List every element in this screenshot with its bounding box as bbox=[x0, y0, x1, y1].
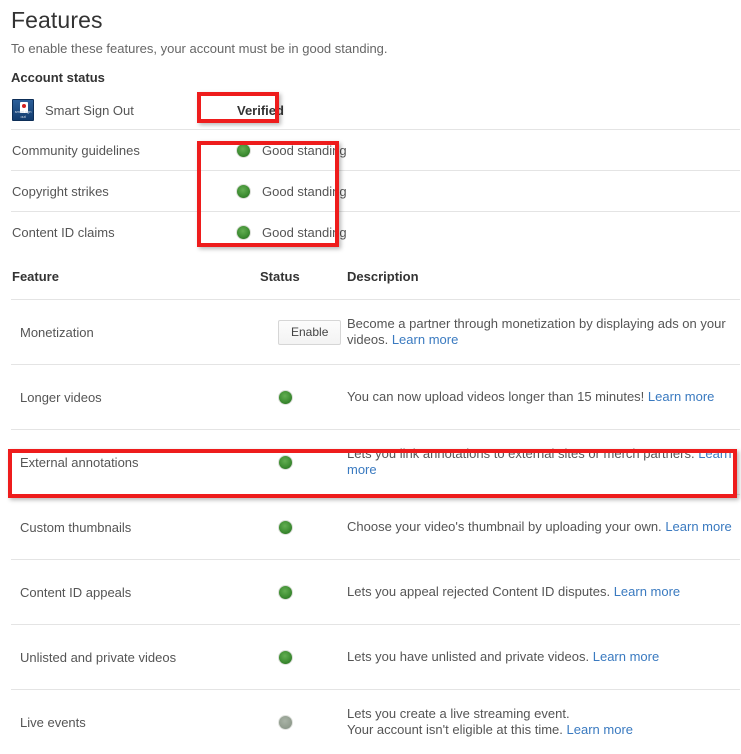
feature-status-longer-videos bbox=[260, 365, 347, 430]
feature-table: Feature Status Description Monetization … bbox=[11, 269, 740, 754]
feature-description-custom-thumbnails: Choose your video's thumbnail by uploadi… bbox=[347, 495, 740, 560]
community-guidelines-label: Community guidelines bbox=[11, 130, 220, 171]
feature-name-custom-thumbnails: Custom thumbnails bbox=[11, 495, 260, 560]
table-row: Live events Lets you create a live strea… bbox=[11, 690, 740, 754]
table-row: Custom thumbnails Choose your video's th… bbox=[11, 495, 740, 560]
feature-status-live-events bbox=[260, 690, 347, 754]
table-row: Content ID appeals Lets you appeal rejec… bbox=[11, 560, 740, 625]
community-guidelines-status-cell: Good standing bbox=[220, 130, 740, 171]
smart-sign-out-icon-word: smart sign out bbox=[13, 109, 33, 119]
content-id-claims-standing: Good standing bbox=[220, 225, 740, 240]
feature-description-unlisted-private-videos: Lets you have unlisted and private video… bbox=[347, 625, 740, 690]
smart-sign-out-value-cell: Verified bbox=[220, 91, 740, 130]
learn-more-link[interactable]: Learn more bbox=[567, 722, 633, 737]
verified-status-badge: Verified bbox=[220, 103, 284, 118]
status-dot-green-icon bbox=[278, 585, 293, 600]
account-status-heading: Account status bbox=[0, 56, 741, 85]
learn-more-link[interactable]: Learn more bbox=[593, 649, 659, 664]
feature-table-head: Feature Status Description bbox=[11, 269, 740, 300]
status-dot-gray-icon bbox=[278, 715, 293, 730]
feature-table-body: Monetization Enable Become a partner thr… bbox=[11, 300, 740, 754]
table-row: Unlisted and private videos Lets you hav… bbox=[11, 625, 740, 690]
table-row: External annotations Lets you link annot… bbox=[11, 430, 740, 495]
content-id-claims-status-text: Good standing bbox=[262, 225, 347, 240]
content-id-claims-label: Content ID claims bbox=[11, 212, 220, 253]
feature-name-live-events: Live events bbox=[11, 690, 260, 754]
description-text: Lets you create a live streaming event. bbox=[347, 706, 570, 721]
description-text-line2: Your account isn't eligible at this time… bbox=[347, 722, 563, 737]
status-dot-green-icon bbox=[236, 225, 251, 240]
community-guidelines-standing: Good standing bbox=[220, 143, 740, 158]
copyright-strikes-status-text: Good standing bbox=[262, 184, 347, 199]
account-status-table: smart sign out Smart Sign Out Verified C… bbox=[11, 91, 740, 252]
feature-description-content-id-appeals: Lets you appeal rejected Content ID disp… bbox=[347, 560, 740, 625]
column-header-description: Description bbox=[347, 269, 740, 300]
smart-sign-out-icon: smart sign out bbox=[12, 99, 34, 121]
copyright-strikes-label: Copyright strikes bbox=[11, 171, 220, 212]
account-status-row-smart-sign-out: smart sign out Smart Sign Out Verified bbox=[11, 91, 740, 130]
description-text: Lets you link annotations to external si… bbox=[347, 446, 695, 461]
copyright-strikes-status-cell: Good standing bbox=[220, 171, 740, 212]
status-dot-green-icon bbox=[236, 143, 251, 158]
feature-status-content-id-appeals bbox=[260, 560, 347, 625]
enable-monetization-button[interactable]: Enable bbox=[278, 320, 341, 345]
status-dot-green-icon bbox=[278, 455, 293, 470]
status-dot-green-icon bbox=[236, 184, 251, 199]
account-status-row-content-id-claims: Content ID claims Good standing bbox=[11, 212, 740, 253]
smart-sign-out-label-wrap: smart sign out Smart Sign Out bbox=[12, 99, 220, 121]
feature-status-external-annotations bbox=[260, 430, 347, 495]
feature-description-live-events: Lets you create a live streaming event. … bbox=[347, 690, 740, 754]
features-page: Features To enable these features, your … bbox=[0, 0, 741, 742]
smart-sign-out-label-cell: smart sign out Smart Sign Out bbox=[11, 91, 220, 130]
smart-sign-out-label: Smart Sign Out bbox=[45, 103, 134, 118]
feature-table-header-row: Feature Status Description bbox=[11, 269, 740, 300]
page-subtitle: To enable these features, your account m… bbox=[0, 34, 741, 56]
page-title: Features bbox=[0, 0, 741, 34]
account-status-row-community-guidelines: Community guidelines Good standing bbox=[11, 130, 740, 171]
content-id-claims-status-cell: Good standing bbox=[220, 212, 740, 253]
learn-more-link[interactable]: Learn more bbox=[614, 584, 680, 599]
feature-description-monetization: Become a partner through monetization by… bbox=[347, 300, 740, 365]
table-row: Longer videos You can now upload videos … bbox=[11, 365, 740, 430]
table-row: Monetization Enable Become a partner thr… bbox=[11, 300, 740, 365]
account-status-row-copyright-strikes: Copyright strikes Good standing bbox=[11, 171, 740, 212]
learn-more-link[interactable]: Learn more bbox=[392, 332, 458, 347]
account-status-body: smart sign out Smart Sign Out Verified C… bbox=[11, 91, 740, 252]
feature-description-external-annotations: Lets you link annotations to external si… bbox=[347, 430, 740, 495]
description-text: You can now upload videos longer than 15… bbox=[347, 389, 644, 404]
feature-name-monetization: Monetization bbox=[11, 300, 260, 365]
copyright-strikes-standing: Good standing bbox=[220, 184, 740, 199]
status-dot-green-icon bbox=[278, 650, 293, 665]
learn-more-link[interactable]: Learn more bbox=[648, 389, 714, 404]
column-header-status: Status bbox=[260, 269, 347, 300]
feature-status-monetization: Enable bbox=[260, 300, 347, 365]
description-text: Lets you have unlisted and private video… bbox=[347, 649, 589, 664]
feature-name-external-annotations: External annotations bbox=[11, 430, 260, 495]
status-dot-green-icon bbox=[278, 390, 293, 405]
feature-status-custom-thumbnails bbox=[260, 495, 347, 560]
feature-name-content-id-appeals: Content ID appeals bbox=[11, 560, 260, 625]
status-dot-green-icon bbox=[278, 520, 293, 535]
description-text: Choose your video's thumbnail by uploadi… bbox=[347, 519, 662, 534]
community-guidelines-status-text: Good standing bbox=[262, 143, 347, 158]
feature-name-unlisted-private-videos: Unlisted and private videos bbox=[11, 625, 260, 690]
feature-description-longer-videos: You can now upload videos longer than 15… bbox=[347, 365, 740, 430]
learn-more-link[interactable]: Learn more bbox=[665, 519, 731, 534]
description-text: Lets you appeal rejected Content ID disp… bbox=[347, 584, 610, 599]
column-header-feature: Feature bbox=[11, 269, 260, 300]
feature-status-unlisted-private-videos bbox=[260, 625, 347, 690]
feature-name-longer-videos: Longer videos bbox=[11, 365, 260, 430]
